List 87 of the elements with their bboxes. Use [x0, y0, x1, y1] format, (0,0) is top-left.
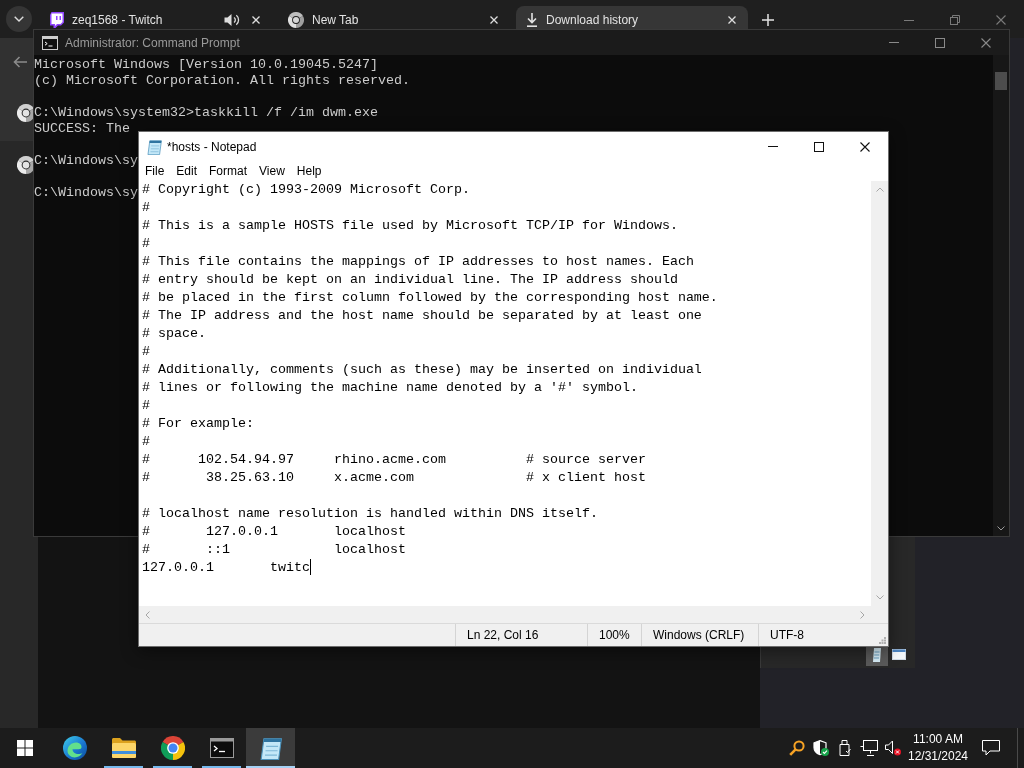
chevron-down-icon [875, 595, 884, 600]
close-icon [981, 37, 991, 48]
terminal-icon [209, 738, 234, 758]
vertical-scrollbar[interactable] [993, 55, 1009, 536]
zoom-level: 100% [587, 624, 641, 646]
notepad-icon [259, 736, 282, 760]
menu-item[interactable]: File [139, 161, 171, 181]
window-title: Administrator: Command Prompt [65, 35, 241, 50]
text-line: # 38.25.63.10 x.acme.com # x client host [142, 470, 646, 485]
taskbar-button[interactable] [246, 728, 295, 768]
encoding: UTF-8 [758, 624, 876, 646]
close-icon [252, 16, 260, 24]
tab-list-button[interactable] [6, 6, 32, 32]
text-line: # [142, 434, 150, 449]
search-icon[interactable] [789, 740, 805, 756]
back-arrow-icon[interactable] [13, 56, 27, 68]
menu-item[interactable]: Format [203, 161, 254, 181]
text-line: # Additionally, comments (such as these) may be inserted on individual [142, 362, 702, 377]
text-line: # This is a sample HOSTS file used by Microsoft TCP/IP for Windows. [142, 218, 678, 233]
text-line: # ::1 localhost [142, 542, 406, 557]
text-line: # lines or following the machine name denoted by a '#' symbol. [142, 380, 638, 395]
horizontal-scrollbar[interactable] [139, 606, 871, 623]
console-line: (c) Microsoft Corporation. All rights reserved. [34, 73, 410, 89]
menu-item[interactable]: View [253, 161, 291, 181]
text-line: # entry should be kept on an individual line. The IP address should [142, 272, 678, 287]
menu-item[interactable]: Edit [170, 161, 204, 181]
text-line: # [142, 200, 150, 215]
download-icon [526, 13, 538, 27]
menu-item[interactable]: Help [290, 161, 328, 181]
text-line: # For example: [142, 416, 254, 431]
scrollbar-thumb[interactable] [995, 72, 1007, 90]
maximize-icon [935, 37, 945, 48]
notification-icon[interactable] [982, 740, 1000, 756]
close-icon [996, 15, 1006, 25]
console-line: Microsoft Windows [Version 10.0.19045.5247] [34, 57, 378, 73]
ring-logo-icon [160, 736, 185, 760]
console-line: C:\Windows\sy [34, 185, 138, 201]
folder-icon [111, 738, 136, 758]
resize-grip-icon [879, 637, 886, 644]
ring-logo-icon [288, 12, 304, 28]
minimize-icon [889, 42, 899, 43]
clock-button[interactable]: 11:00 AM 12/31/2024 [905, 728, 971, 768]
close-icon [860, 141, 870, 152]
swirl-icon [62, 736, 87, 760]
cursor-position: Ln 22, Col 16 [455, 624, 587, 646]
text-line: # Copyright (c) 1993-2009 Microsoft Corp. [142, 182, 470, 197]
window-title: *hosts - Notepad [167, 139, 258, 154]
minimize-icon [768, 146, 778, 147]
volume-icon[interactable] [885, 740, 901, 756]
text-line: 127.0.0.1 twitc [142, 560, 310, 575]
text-line: # The IP address and the host name should be separated by at least one [142, 308, 702, 323]
text-line: # localhost name resolution is handled within DNS itself. [142, 506, 598, 521]
text-line: # [142, 344, 150, 359]
plus-icon [762, 14, 774, 26]
text-line: # be placed in the first column followed by the corresponding host name. [142, 290, 718, 305]
chevron-right-icon [860, 610, 865, 619]
window-icon[interactable] [892, 649, 906, 660]
console-line: C:\Windows\sy [34, 153, 138, 169]
chevron-down-icon [997, 526, 1005, 531]
text-line: # 127.0.0.1 localhost [142, 524, 406, 539]
usb-drive-icon[interactable] [839, 740, 851, 756]
windows-logo-icon [17, 740, 33, 756]
network-icon[interactable] [860, 740, 878, 756]
vertical-scrollbar[interactable] [871, 181, 888, 606]
console-line: C:\Windows\system32>taskkill /f /im dwm.exe [34, 105, 378, 121]
minimize-icon [904, 19, 914, 21]
text-line: # [142, 398, 150, 413]
text-line: # 102.54.94.97 rhino.acme.com # source server [142, 452, 646, 467]
close-icon [728, 16, 736, 24]
restore-icon [950, 15, 960, 25]
terminal-icon [42, 35, 58, 50]
console-line: SUCCESS: The [34, 121, 130, 137]
shield-icon[interactable] [813, 740, 829, 756]
browser-tab[interactable]: Download history [516, 6, 748, 29]
notepad-icon [147, 138, 162, 155]
text-line: # space. [142, 326, 206, 341]
maximize-icon [814, 141, 824, 152]
chevron-down-icon [14, 16, 24, 22]
chevron-left-icon [145, 610, 150, 619]
text-line: # This file contains the mappings of IP addresses to host names. Each [142, 254, 694, 269]
chevron-up-icon [875, 187, 884, 192]
text-line: # [142, 236, 150, 251]
browser-tab[interactable]: zeq1568 - Twitch [40, 6, 272, 29]
chat-logo-icon [50, 12, 64, 28]
close-icon [490, 16, 498, 24]
line-ending: Windows (CRLF) [641, 624, 758, 646]
browser-tab[interactable]: New Tab [278, 6, 510, 29]
